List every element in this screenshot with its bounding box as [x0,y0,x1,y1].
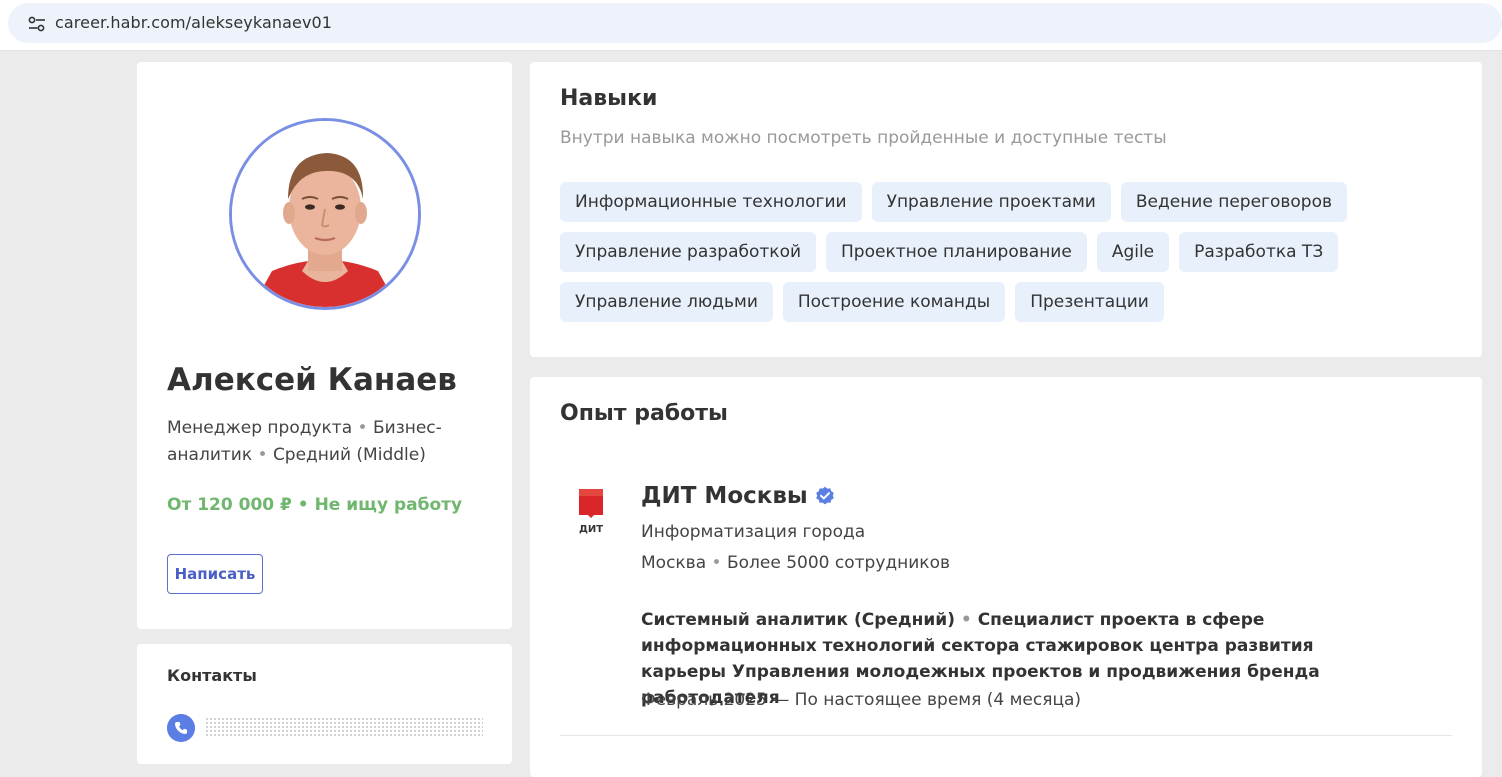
contacts-card: Контакты [137,644,512,764]
skill-row: Управление разработкой Проектное планиро… [560,232,1360,272]
skill-tag[interactable]: Управление людьми [560,282,773,322]
qualification-level: Средний (Middle) [272,445,426,465]
tune-icon[interactable] [28,16,46,32]
experience-card: Опыт работы ДИТ ДИТ Москвы Информатизаци… [530,377,1482,777]
separator-dot: • [257,445,268,465]
company-size: Более 5000 сотрудников [726,553,950,573]
skill-tag[interactable]: Разработка ТЗ [1179,232,1339,272]
skill-tag[interactable]: Agile [1096,232,1170,272]
avatar [229,118,421,310]
skill-tag[interactable]: Презентации [1015,282,1164,322]
skill-tags: Информационные технологии Управление про… [560,182,1360,332]
salary-status: От 120 000 ₽ • Не ищу работу [167,495,463,515]
company-meta: Москва • Более 5000 сотрудников [641,553,950,573]
avatar-photo [232,121,418,307]
company-industry[interactable]: Информатизация города [641,522,865,542]
profile-name: Алексей Канаев [167,362,457,398]
skill-tag[interactable]: Информационные технологии [560,182,862,222]
divider [560,735,1452,736]
separator-dot: • [711,553,722,573]
browser-toolbar: career.habr.com/alekseykanaev01 [0,0,1502,51]
skill-row: Управление людьми Построение команды Пре… [560,282,1360,322]
skill-tag[interactable]: Построение команды [782,282,1006,322]
phone-icon [167,714,195,742]
skill-tag[interactable]: Управление проектами [871,182,1111,222]
specialization-product-manager[interactable]: Менеджер продукта [167,418,352,438]
profile-card: Алексей Канаев Менеджер продукта • Бизне… [137,62,512,629]
skills-title: Навыки [560,86,658,111]
url-text[interactable]: career.habr.com/alekseykanaev01 [55,13,332,32]
skills-hint: Внутри навыка можно посмотреть пройденны… [560,128,1167,148]
company-logo-text: ДИТ [579,524,603,535]
verified-badge-icon [815,486,834,505]
separator-dot: • [960,610,972,630]
address-bar[interactable]: career.habr.com/alekseykanaev01 [8,3,1502,43]
company-name-text[interactable]: ДИТ Москвы [641,483,808,509]
skill-tag[interactable]: Проектное планирование [826,232,1087,272]
skill-tag[interactable]: Управление разработкой [560,232,817,272]
contacts-title: Контакты [167,666,257,685]
work-period: Февраль 2025 — По настоящее время (4 мес… [641,690,1082,710]
experience-title: Опыт работы [560,401,728,426]
skills-card: Навыки Внутри навыка можно посмотреть пр… [530,62,1482,357]
company-name[interactable]: ДИТ Москвы [641,483,835,509]
separator-dot: • [357,418,368,438]
skill-tag[interactable]: Ведение переговоров [1120,182,1348,222]
company-logo[interactable]: ДИТ [578,487,604,537]
profile-specialization: Менеджер продукта • Бизнес-аналитик • Ср… [167,415,467,469]
position-level: Системный аналитик (Средний) [641,610,955,630]
company-city: Москва [641,553,707,573]
write-message-button[interactable]: Написать [167,554,263,594]
hidden-phone-number[interactable] [205,717,483,737]
skill-row: Информационные технологии Управление про… [560,182,1360,222]
